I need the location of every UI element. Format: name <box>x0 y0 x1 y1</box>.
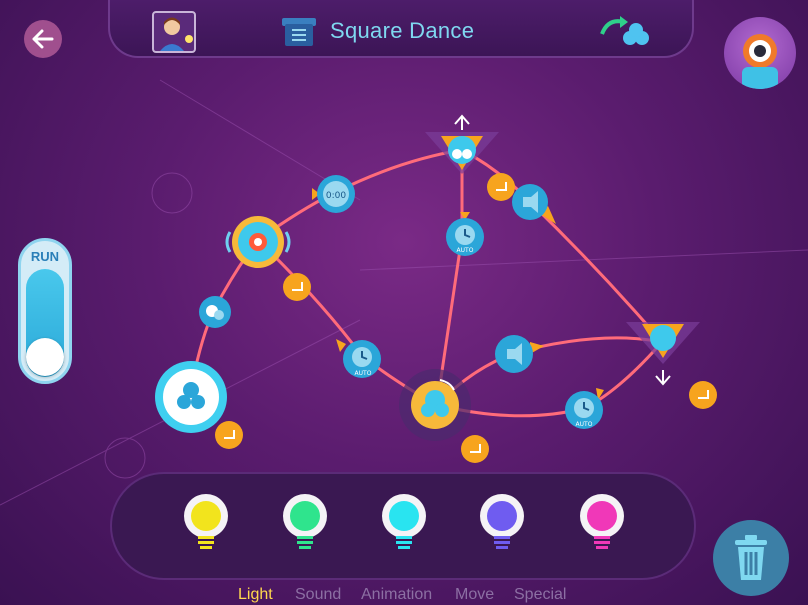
tab-light[interactable]: Light <box>238 586 273 604</box>
page-title: Square Dance <box>330 18 475 43</box>
wait-label: AUTO <box>456 247 474 254</box>
svg-text:0:00: 0:00 <box>326 191 346 201</box>
robot-turn-icon <box>399 369 471 441</box>
profile-button[interactable] <box>152 11 196 53</box>
half-circle-port-icon <box>461 435 489 463</box>
robot-avatar[interactable] <box>724 17 796 89</box>
wait-label: AUTO <box>354 370 372 377</box>
turn-exit-port[interactable] <box>460 434 490 464</box>
sound-block-2[interactable] <box>490 332 544 376</box>
wait-block-2[interactable]: AUTO <box>336 334 386 384</box>
timer-icon <box>565 388 604 429</box>
cyan-light-icon[interactable] <box>376 490 432 554</box>
turn-block[interactable] <box>398 368 472 442</box>
dash-robot-icon <box>742 34 778 89</box>
robot-switch-icon[interactable] <box>598 14 652 50</box>
half-circle-port-icon <box>689 381 717 409</box>
run-label: RUN <box>30 249 60 264</box>
back-button[interactable] <box>24 20 62 58</box>
wait-block-3[interactable]: AUTO <box>560 386 610 436</box>
tab-animation[interactable]: Animation <box>361 586 432 604</box>
tab-move[interactable]: Move <box>455 586 494 604</box>
speaker-sound-icon <box>512 184 556 224</box>
sound-block[interactable] <box>508 182 556 224</box>
move-block[interactable] <box>198 295 232 329</box>
timer-icon <box>446 212 484 256</box>
green-light-icon[interactable] <box>277 490 333 554</box>
yellow-light-icon[interactable] <box>178 490 234 554</box>
display-counter-icon: 0:00 <box>312 175 355 213</box>
arrow-left-icon <box>32 29 54 49</box>
eye-light-icon <box>225 216 291 268</box>
eye-exit-port[interactable] <box>282 272 312 302</box>
pink-light-icon[interactable] <box>574 490 630 554</box>
wait-label: AUTO <box>575 421 593 428</box>
display-block[interactable]: 0:00 <box>312 172 356 216</box>
wait-block[interactable]: AUTO <box>440 212 490 262</box>
half-circle-port-icon <box>283 273 311 301</box>
purple-light-icon[interactable] <box>474 490 530 554</box>
speaker-sound-icon <box>495 335 544 373</box>
run-knob[interactable] <box>26 338 64 376</box>
list-menu-icon[interactable] <box>280 16 318 48</box>
tab-sound[interactable]: Sound <box>295 586 341 604</box>
palette-tabs: Light Sound Animation Move Special <box>0 584 808 605</box>
trash-icon <box>735 535 767 580</box>
exit-port[interactable] <box>214 420 244 450</box>
run-slider[interactable]: RUN <box>18 238 72 384</box>
person-lightbulb-icon <box>160 17 193 51</box>
trash-button[interactable] <box>713 520 789 596</box>
robot-move-icon <box>199 296 231 328</box>
tab-special[interactable]: Special <box>514 586 566 604</box>
eye-block[interactable] <box>220 212 296 272</box>
half-circle-port-icon <box>215 421 243 449</box>
move-down-exit-port[interactable] <box>688 380 718 410</box>
